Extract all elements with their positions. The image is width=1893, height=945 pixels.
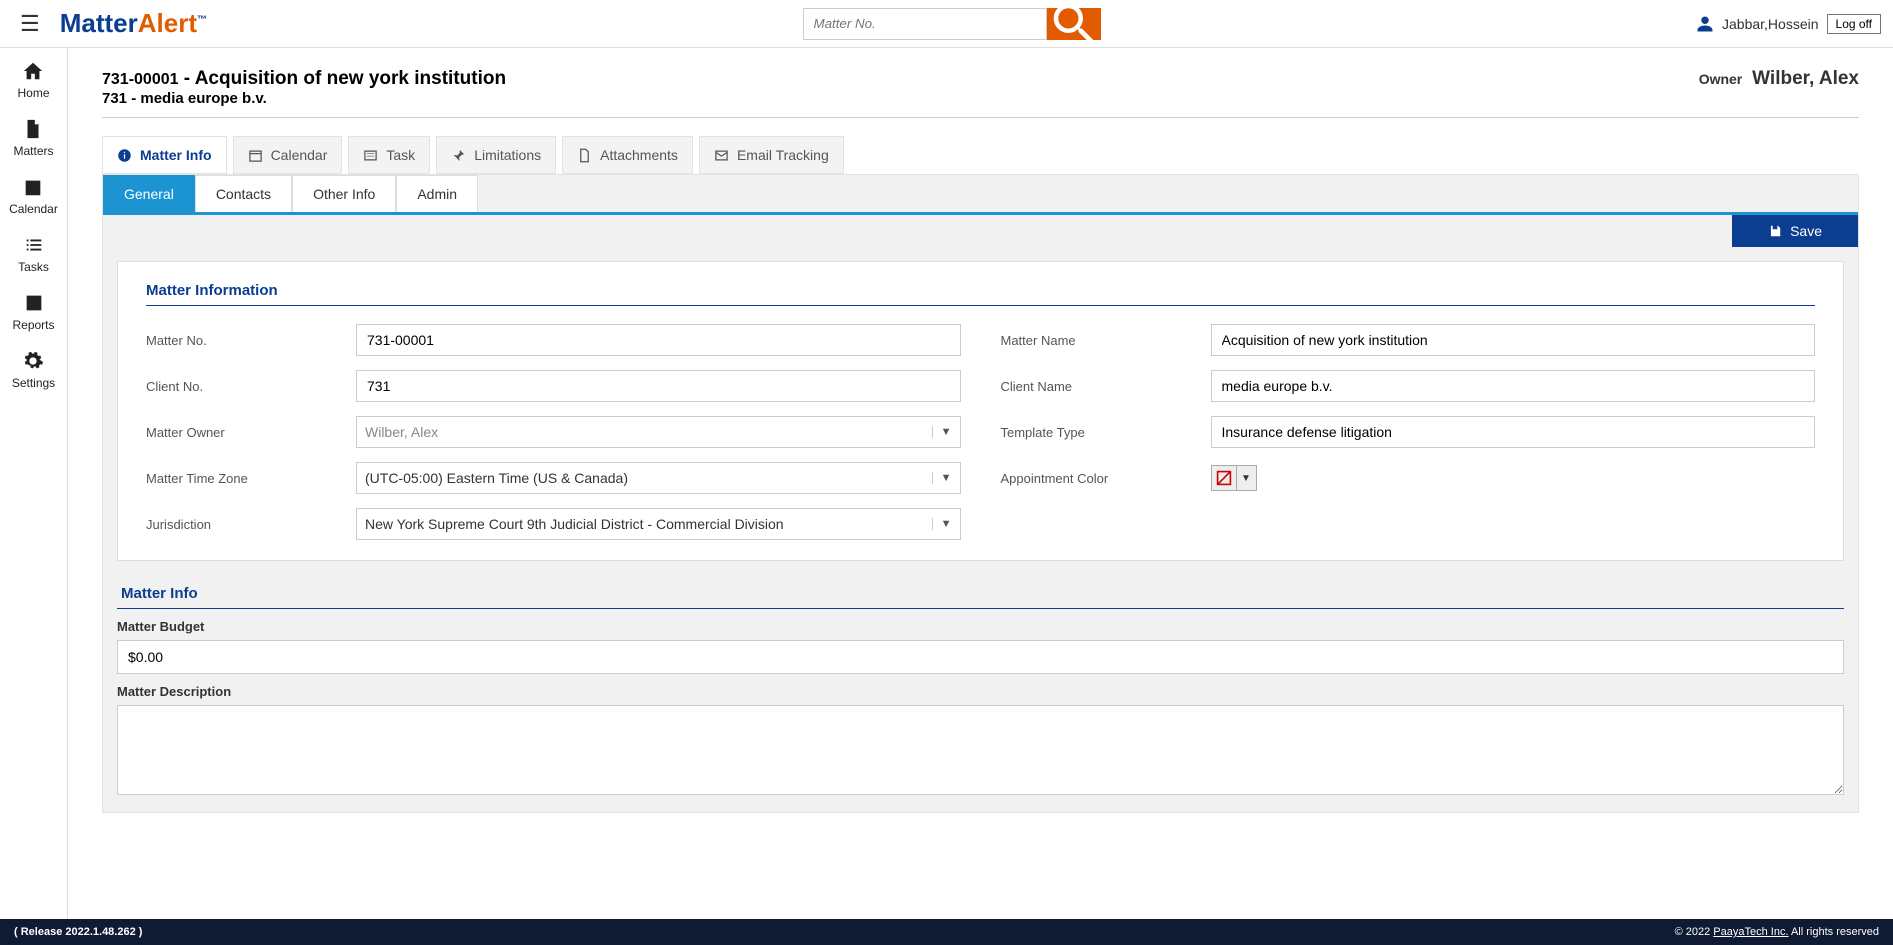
save-label: Save bbox=[1790, 223, 1822, 239]
mail-icon bbox=[714, 148, 729, 163]
user-name: Jabbar,Hossein bbox=[1722, 16, 1819, 32]
sidebar: Home Matters Calendar Tasks Reports Sett… bbox=[0, 48, 68, 919]
tab-label: Limitations bbox=[474, 147, 541, 163]
label-matter-name: Matter Name bbox=[1001, 333, 1171, 348]
sidebar-item-matters[interactable]: Matters bbox=[13, 118, 53, 158]
search-icon bbox=[1047, 0, 1101, 51]
select-value: (UTC-05:00) Eastern Time (US & Canada) bbox=[365, 470, 628, 486]
sidebar-item-home[interactable]: Home bbox=[17, 60, 49, 100]
tab-task[interactable]: Task bbox=[348, 136, 430, 174]
color-dropdown[interactable]: ▼ bbox=[1237, 465, 1257, 491]
calendar-icon bbox=[22, 176, 44, 198]
section-matter-info: Matter Info bbox=[117, 575, 1844, 609]
sidebar-item-tasks[interactable]: Tasks bbox=[18, 234, 49, 274]
label-client-no: Client No. bbox=[146, 379, 316, 394]
home-icon bbox=[22, 60, 44, 82]
select-matter-owner[interactable]: Wilber, Alex ▼ bbox=[356, 416, 961, 448]
sidebar-label: Settings bbox=[12, 376, 55, 390]
sidebar-label: Calendar bbox=[9, 202, 58, 216]
footer-company-link[interactable]: PaayaTech Inc. bbox=[1713, 926, 1788, 938]
calendar-icon bbox=[248, 148, 263, 163]
chevron-down-icon: ▼ bbox=[932, 426, 952, 438]
sidebar-label: Matters bbox=[13, 144, 53, 158]
menu-toggle[interactable]: ☰ bbox=[12, 7, 48, 41]
search-button[interactable] bbox=[1047, 8, 1101, 40]
sidebar-label: Home bbox=[17, 86, 49, 100]
brand-part1: Matter bbox=[60, 8, 138, 38]
gear-icon bbox=[22, 350, 44, 372]
select-value: Wilber, Alex bbox=[365, 424, 438, 440]
input-matter-name[interactable] bbox=[1211, 324, 1816, 356]
owner-name: Wilber, Alex bbox=[1752, 68, 1859, 89]
label-matter-description: Matter Description bbox=[117, 674, 1844, 705]
brand-part2: Alert bbox=[138, 8, 197, 38]
owner-label: Owner bbox=[1699, 71, 1743, 87]
input-matter-budget[interactable] bbox=[117, 640, 1844, 674]
brand-logo: MatterAlert™ bbox=[60, 8, 207, 39]
label-matter-budget: Matter Budget bbox=[117, 609, 1844, 640]
select-timezone[interactable]: (UTC-05:00) Eastern Time (US & Canada) ▼ bbox=[356, 462, 961, 494]
tab-label: Matter Info bbox=[140, 147, 212, 163]
chevron-down-icon: ▼ bbox=[932, 518, 952, 530]
tab-label: Attachments bbox=[600, 147, 678, 163]
sidebar-label: Reports bbox=[12, 318, 54, 332]
subtab-contacts[interactable]: Contacts bbox=[195, 175, 292, 212]
footer-copyright: © 2022 PaayaTech Inc. All rights reserve… bbox=[1675, 926, 1879, 938]
color-swatch-none[interactable] bbox=[1211, 465, 1237, 491]
section-matter-information: Matter Information bbox=[146, 282, 1815, 306]
tab-label: Email Tracking bbox=[737, 147, 829, 163]
label-matter-owner: Matter Owner bbox=[146, 425, 316, 440]
report-icon bbox=[23, 292, 45, 314]
document-icon bbox=[22, 118, 44, 140]
save-icon bbox=[1768, 224, 1782, 238]
subtab-other-info[interactable]: Other Info bbox=[292, 175, 396, 212]
user-icon bbox=[1696, 15, 1714, 33]
sidebar-item-settings[interactable]: Settings bbox=[12, 350, 55, 390]
tab-label: Calendar bbox=[271, 147, 328, 163]
no-color-icon bbox=[1216, 470, 1232, 486]
select-value: New York Supreme Court 9th Judicial Dist… bbox=[365, 516, 784, 532]
list-icon bbox=[363, 148, 378, 163]
info-icon bbox=[117, 148, 132, 163]
sidebar-label: Tasks bbox=[18, 260, 49, 274]
subtab-general[interactable]: General bbox=[103, 175, 195, 212]
header-client: 731 - media europe b.v. bbox=[102, 90, 506, 107]
chevron-down-icon: ▼ bbox=[932, 472, 952, 484]
tab-limitations[interactable]: Limitations bbox=[436, 136, 556, 174]
input-matter-no[interactable] bbox=[356, 324, 961, 356]
label-appointment-color: Appointment Color bbox=[1001, 471, 1171, 486]
search-input[interactable] bbox=[803, 8, 1047, 40]
sidebar-item-reports[interactable]: Reports bbox=[12, 292, 54, 332]
logoff-button[interactable]: Log off bbox=[1827, 14, 1881, 34]
header-sep: - bbox=[179, 68, 195, 89]
sidebar-item-calendar[interactable]: Calendar bbox=[9, 176, 58, 216]
attach-icon bbox=[577, 148, 592, 163]
input-client-no[interactable] bbox=[356, 370, 961, 402]
input-template-type[interactable] bbox=[1211, 416, 1816, 448]
input-matter-description[interactable] bbox=[117, 705, 1844, 795]
header-matter-no: 731-00001 bbox=[102, 71, 179, 88]
list-icon bbox=[23, 234, 45, 256]
label-jurisdiction: Jurisdiction bbox=[146, 517, 316, 532]
pin-icon bbox=[451, 148, 466, 163]
tab-email-tracking[interactable]: Email Tracking bbox=[699, 136, 844, 174]
brand-tm: ™ bbox=[197, 14, 207, 25]
label-template-type: Template Type bbox=[1001, 425, 1171, 440]
tab-matter-info[interactable]: Matter Info bbox=[102, 136, 227, 174]
label-timezone: Matter Time Zone bbox=[146, 471, 316, 486]
label-client-name: Client Name bbox=[1001, 379, 1171, 394]
input-client-name[interactable] bbox=[1211, 370, 1816, 402]
tab-calendar[interactable]: Calendar bbox=[233, 136, 343, 174]
label-matter-no: Matter No. bbox=[146, 333, 316, 348]
footer-release: ( Release 2022.1.48.262 ) bbox=[14, 926, 142, 938]
tab-attachments[interactable]: Attachments bbox=[562, 136, 693, 174]
save-button[interactable]: Save bbox=[1732, 215, 1858, 247]
tab-label: Task bbox=[386, 147, 415, 163]
subtab-admin[interactable]: Admin bbox=[396, 175, 478, 212]
select-jurisdiction[interactable]: New York Supreme Court 9th Judicial Dist… bbox=[356, 508, 961, 540]
header-title: Acquisition of new york institution bbox=[195, 68, 506, 89]
